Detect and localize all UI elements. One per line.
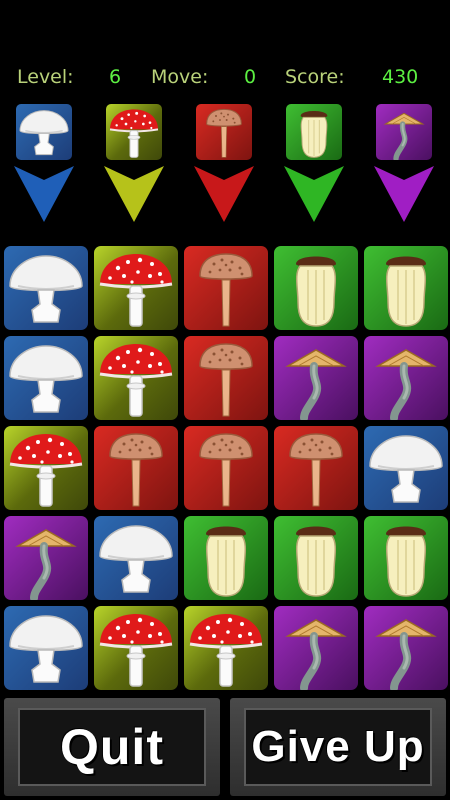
board-tile[interactable] (94, 426, 178, 510)
down-arrow-icon (284, 166, 344, 222)
target-column-2 (102, 104, 166, 226)
give-up-label: Give Up (251, 722, 425, 771)
move-label: Move: (151, 66, 209, 88)
board-tile[interactable] (364, 606, 448, 690)
red-mushroom-icon (94, 246, 178, 330)
red-mushroom-icon (106, 104, 162, 160)
red-mushroom-icon (94, 606, 178, 690)
lib-mushroom-icon (364, 606, 448, 690)
board-tile[interactable] (364, 516, 448, 600)
board-tile[interactable] (184, 246, 268, 330)
give-up-button[interactable]: Give Up (230, 698, 446, 796)
red-mushroom-icon (94, 336, 178, 420)
board-tile[interactable] (364, 336, 448, 420)
king-mushroom-icon (274, 246, 358, 330)
king-mushroom-icon (364, 246, 448, 330)
board-tile[interactable] (274, 606, 358, 690)
board-tile[interactable] (364, 246, 448, 330)
white-mushroom-icon (4, 246, 88, 330)
brown-mushroom-icon (94, 426, 178, 510)
down-arrow-icon (374, 166, 434, 222)
level-value: 6 (109, 66, 122, 88)
white-mushroom-icon (364, 426, 448, 510)
target-row (0, 104, 450, 226)
king-mushroom-icon (286, 104, 342, 160)
board-tile[interactable] (4, 336, 88, 420)
brown-mushroom-icon (184, 336, 268, 420)
board-tile[interactable] (184, 426, 268, 510)
brown-mushroom-icon (184, 246, 268, 330)
board-tile[interactable] (184, 336, 268, 420)
board-tile[interactable] (184, 606, 268, 690)
target-column-4 (282, 104, 346, 226)
board-tile[interactable] (94, 336, 178, 420)
lib-mushroom-icon (274, 336, 358, 420)
red-mushroom-icon (4, 426, 88, 510)
score-label: Score: (285, 66, 345, 88)
target-column-1 (12, 104, 76, 226)
down-arrow-icon (194, 166, 254, 222)
board-tile[interactable] (364, 426, 448, 510)
down-arrow-icon (104, 166, 164, 222)
target-column-5 (372, 104, 436, 226)
board-tile[interactable] (94, 246, 178, 330)
level-label: Level: (17, 66, 74, 88)
score-value: 430 (382, 66, 419, 88)
board-tile[interactable] (4, 246, 88, 330)
white-mushroom-icon (4, 606, 88, 690)
board-tile[interactable] (4, 606, 88, 690)
white-mushroom-icon (4, 336, 88, 420)
move-value: 0 (244, 66, 257, 88)
lib-mushroom-icon (364, 336, 448, 420)
lib-mushroom-icon (4, 516, 88, 600)
brown-mushroom-icon (196, 104, 252, 160)
lib-mushroom-icon (274, 606, 358, 690)
target-column-3 (192, 104, 256, 226)
board-tile[interactable] (94, 516, 178, 600)
board-tile[interactable] (274, 336, 358, 420)
red-mushroom-icon (184, 606, 268, 690)
king-mushroom-icon (184, 516, 268, 600)
king-mushroom-icon (364, 516, 448, 600)
king-mushroom-icon (274, 516, 358, 600)
board-tile[interactable] (274, 246, 358, 330)
quit-button[interactable]: Quit (4, 698, 220, 796)
board-tile[interactable] (274, 426, 358, 510)
brown-mushroom-icon (274, 426, 358, 510)
board-tile[interactable] (4, 426, 88, 510)
quit-label: Quit (60, 719, 164, 775)
game-board (0, 246, 450, 692)
board-tile[interactable] (274, 516, 358, 600)
board-tile[interactable] (184, 516, 268, 600)
board-tile[interactable] (4, 516, 88, 600)
lib-mushroom-icon (376, 104, 432, 160)
white-mushroom-icon (16, 104, 72, 160)
white-mushroom-icon (94, 516, 178, 600)
board-tile[interactable] (94, 606, 178, 690)
down-arrow-icon (14, 166, 74, 222)
status-bar: Level: 6 Move: 0 Score: 430 (0, 66, 450, 92)
brown-mushroom-icon (184, 426, 268, 510)
